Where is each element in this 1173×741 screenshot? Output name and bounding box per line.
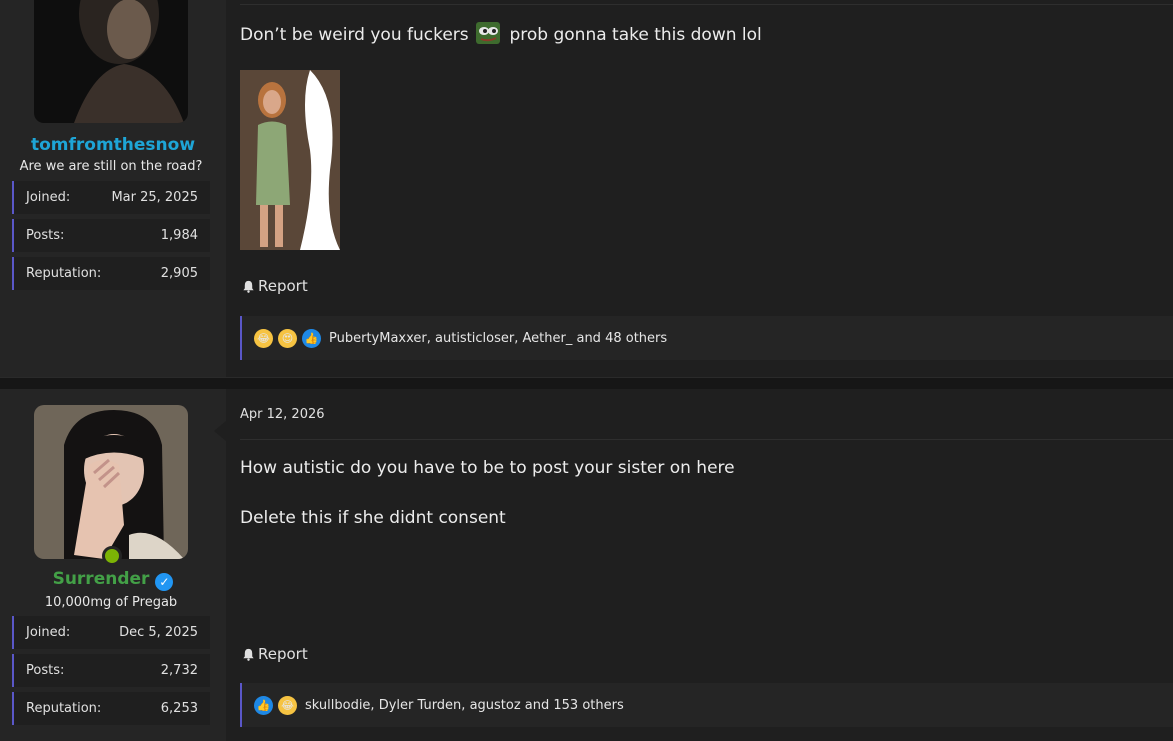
stat-joined: Joined: Dec 5, 2025 (12, 616, 210, 649)
bell-icon (243, 280, 254, 293)
attachment-image[interactable] (240, 70, 340, 250)
stat-label: Posts: (26, 663, 65, 678)
reactions-bar[interactable]: 👍 😂 skullbodie, Dyler Turden, agustoz an… (240, 683, 1173, 727)
reactions-text[interactable]: PubertyMaxxer, autisticloser, Aether_ an… (329, 331, 667, 346)
post-2: Surrender ✓ 10,000mg of Pregab Joined: De… (0, 389, 1173, 741)
user-stats: Joined: Dec 5, 2025 Posts: 2,732 Reputat… (12, 616, 210, 730)
user-cell: tomfromthesnow Are we are still on the r… (0, 0, 226, 377)
reactions-text[interactable]: skullbodie, Dyler Turden, agustoz and 15… (305, 698, 624, 713)
laughing-emoji-icon: 😂 (278, 695, 297, 715)
stat-label: Joined: (26, 625, 71, 640)
post-1: tomfromthesnow Are we are still on the r… (0, 0, 1173, 377)
post-text: Don’t be weird you fuckers (240, 25, 469, 45)
verified-badge-icon: ✓ (155, 573, 174, 591)
message-arrow (214, 421, 226, 441)
report-link[interactable]: Report (242, 277, 308, 295)
post-body: Don’t be weird you fuckers prob gonna ta… (240, 22, 762, 45)
report-label: Report (258, 277, 308, 295)
stat-posts: Posts: 2,732 (12, 654, 210, 687)
message-cell: Don’t be weird you fuckers prob gonna ta… (226, 0, 1173, 377)
pepe-icon (476, 22, 501, 44)
stat-value: Mar 25, 2025 (111, 190, 198, 205)
thumbs-up-icon: 👍 (302, 328, 321, 348)
message-cell: Apr 12, 2026 How autistic do you have to… (226, 389, 1173, 741)
stat-value: 2,905 (160, 266, 198, 281)
avatar[interactable] (34, 0, 188, 123)
user-title: Are we are still on the road? (19, 159, 203, 174)
post-text: prob gonna take this down lol (509, 25, 762, 45)
stat-label: Reputation: (26, 266, 102, 281)
report-link[interactable]: Report (242, 645, 308, 663)
divider (240, 439, 1173, 440)
stat-value: 6,253 (160, 701, 198, 716)
stat-value: Dec 5, 2025 (119, 625, 198, 640)
post-text: Delete this if she didnt consent (240, 508, 506, 528)
avatar[interactable] (34, 405, 188, 559)
thumbs-up-icon: 👍 (254, 695, 273, 715)
username-text: Surrender (52, 569, 150, 589)
username[interactable]: Surrender ✓ (0, 569, 226, 591)
post-date[interactable]: Apr 12, 2026 (240, 407, 325, 422)
stat-label: Posts: (26, 228, 65, 243)
laughing-emoji-icon: 😂 (254, 328, 273, 348)
stat-reputation: Reputation: 2,905 (12, 257, 210, 290)
user-title: 10,000mg of Pregab (44, 595, 178, 610)
stat-joined: Joined: Mar 25, 2025 (12, 181, 210, 214)
stat-value: 2,732 (160, 663, 198, 678)
bell-icon (243, 648, 254, 661)
report-label: Report (258, 645, 308, 663)
reactions-bar[interactable]: 😂 😍 👍 PubertyMaxxer, autisticloser, Aeth… (240, 316, 1173, 360)
user-cell: Surrender ✓ 10,000mg of Pregab Joined: De… (0, 389, 226, 741)
stat-reputation: Reputation: 6,253 (12, 692, 210, 725)
stat-value: 1,984 (160, 228, 198, 243)
stat-label: Reputation: (26, 701, 102, 716)
stat-label: Joined: (26, 190, 71, 205)
online-status-indicator (102, 546, 122, 566)
stat-posts: Posts: 1,984 (12, 219, 210, 252)
divider (240, 4, 1173, 5)
post-text: How autistic do you have to be to post y… (240, 458, 735, 478)
username[interactable]: tomfromthesnow (0, 135, 226, 155)
heart-eyes-emoji-icon: 😍 (278, 328, 297, 348)
user-stats: Joined: Mar 25, 2025 Posts: 1,984 Reputa… (12, 181, 210, 295)
